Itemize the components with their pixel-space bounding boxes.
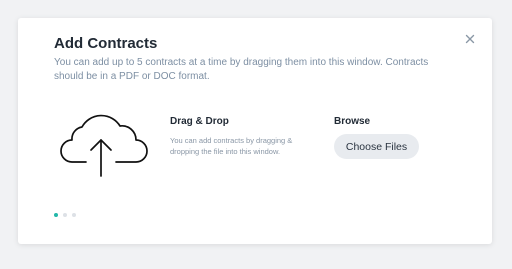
dialog-title: Add Contracts bbox=[54, 35, 158, 52]
dialog-subtitle: You can add up to 5 contracts at a time … bbox=[54, 57, 429, 82]
pagination-dots bbox=[54, 213, 76, 217]
pagination-dot[interactable] bbox=[63, 213, 67, 217]
choose-files-button[interactable]: Choose Files bbox=[334, 134, 419, 159]
add-contracts-dialog: Add Contracts You can add up to 5 contra… bbox=[18, 18, 492, 244]
browse-heading: Browse bbox=[334, 116, 371, 127]
cloud-upload-icon bbox=[58, 114, 150, 178]
pagination-dot[interactable] bbox=[72, 213, 76, 217]
drag-drop-description: You can add contracts by dragging & drop… bbox=[170, 136, 293, 156]
pagination-dot[interactable] bbox=[54, 213, 58, 217]
drag-drop-heading: Drag & Drop bbox=[170, 116, 229, 127]
close-icon[interactable] bbox=[463, 32, 477, 46]
